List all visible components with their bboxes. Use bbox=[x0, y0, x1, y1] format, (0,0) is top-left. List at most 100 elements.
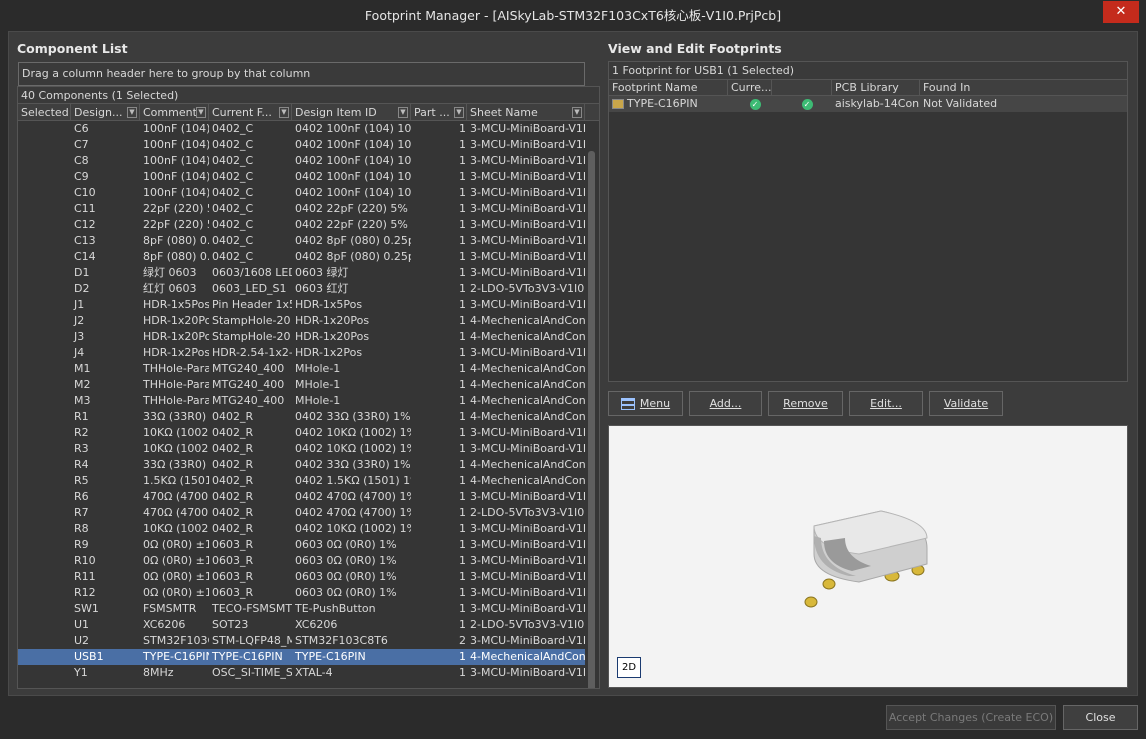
table-cell: StampHole-20 bbox=[212, 314, 291, 327]
table-row[interactable]: R6 470Ω (4700) :0402_R 0402 470Ω (4700) 1%… bbox=[18, 489, 599, 505]
table-row[interactable]: R1 33Ω (33R0) ±0402_R 0402 33Ω (33R0) 1% 14… bbox=[18, 409, 599, 425]
table-row[interactable]: D2 红灯 0603 0603_LED_S1 0603 红灯 1 2-LDO-5VTo3V… bbox=[18, 281, 599, 297]
table-row[interactable]: USB1 TYPE-C16PIN TYPE-C16PIN TYPE-C16PIN 1 4-… bbox=[18, 649, 599, 665]
table-row[interactable]: C13 8pF (080) 0.250402_C 0402 8pF (080) 0.… bbox=[18, 233, 599, 249]
table-cell: 1 bbox=[459, 650, 466, 663]
table-row[interactable]: R7 470Ω (4700) :0402_R 0402 470Ω (4700) 1%… bbox=[18, 505, 599, 521]
table-cell: R3 bbox=[74, 442, 89, 455]
table-row[interactable]: U1 XC6206 SOT23 XC6206 1 2-LDO-5VTo3V3-V1I0.S bbox=[18, 617, 599, 633]
edit-button[interactable]: Edit... bbox=[849, 391, 923, 416]
footprint-preview[interactable]: 2D bbox=[608, 425, 1128, 688]
table-cell: 1 bbox=[459, 330, 466, 343]
filter-icon[interactable]: ▼ bbox=[127, 107, 137, 118]
col-sheet-name[interactable]: Sheet Name ▼ bbox=[467, 104, 585, 121]
col-selected[interactable]: Selected bbox=[18, 104, 71, 121]
close-window-button[interactable]: ✕ bbox=[1103, 1, 1139, 23]
footprint-row[interactable]: TYPE-C16PIN ✓ ✓ aiskylab-14Conn Not Vali… bbox=[609, 96, 1127, 112]
table-cell: HDR-1x5Pos bbox=[295, 298, 363, 311]
vertical-scrollbar[interactable] bbox=[585, 123, 599, 688]
table-cell bbox=[18, 249, 71, 265]
table-row[interactable]: R10 0Ω (0R0) ±1%0603_R 0603 0Ω (0R0) 1% 1 3-… bbox=[18, 553, 599, 569]
col-footprint-name[interactable]: Footprint Name bbox=[609, 80, 728, 96]
table-cell: MHole-1 bbox=[295, 378, 341, 391]
table-cell: THHole-Param bbox=[143, 394, 209, 407]
col-comment[interactable]: Comment ▼ bbox=[140, 104, 209, 121]
filter-icon[interactable]: ▼ bbox=[454, 107, 464, 118]
table-row[interactable]: J3HDR-1x20PosStampHole-20HDR-1x20Pos14-M… bbox=[18, 329, 599, 345]
col-found-in[interactable]: Found In bbox=[920, 80, 1127, 96]
table-cell: 1 bbox=[459, 490, 466, 503]
add-button[interactable]: Add... bbox=[689, 391, 762, 416]
table-row[interactable]: R3 10KΩ (1002) :0402_R 0402 10KΩ (1002) 1%… bbox=[18, 441, 599, 457]
table-cell: Pin Header 1x5 bbox=[212, 298, 292, 311]
table-row[interactable]: C11 22pF (220) 5%0402_C 0402 22pF (220) 5%… bbox=[18, 201, 599, 217]
table-row[interactable]: J2HDR-1x20PosStampHole-20HDR-1x20Pos14-M… bbox=[18, 313, 599, 329]
table-cell: 0Ω (0R0) ±1% bbox=[143, 538, 209, 551]
table-row[interactable]: R9 0Ω (0R0) ±1%0603_R 0603 0Ω (0R0) 1% 1 3-M… bbox=[18, 537, 599, 553]
col-pcb-library[interactable]: PCB Library bbox=[832, 80, 920, 96]
table-cell: C13 bbox=[74, 234, 96, 247]
table-row[interactable]: J1 HDR-1x5Pos Pin Header 1x5 HDR-1x5Pos 1 3-M… bbox=[18, 297, 599, 313]
table-cell: HDR-1x2Pos bbox=[295, 346, 363, 359]
close-button[interactable]: Close bbox=[1063, 705, 1138, 730]
table-cell bbox=[18, 329, 71, 345]
table-cell: XC6206 bbox=[143, 618, 186, 631]
pcb-library: aiskylab-14Conn bbox=[835, 97, 920, 110]
table-cell bbox=[18, 553, 71, 569]
table-cell: 3-MCU-MiniBoard-V1I bbox=[470, 346, 585, 359]
table-row[interactable]: R8 10KΩ (1002) :0402_R 0402 10KΩ (1002) 1%… bbox=[18, 521, 599, 537]
table-row[interactable]: R5 1.5KΩ (1501) 0402_R 0402 1.5KΩ (1501) 1%… bbox=[18, 473, 599, 489]
footprint-header: Footprint Name Curre... PCB Library Foun… bbox=[609, 80, 1127, 96]
table-cell: 0603 0Ω (0R0) 1% bbox=[295, 554, 397, 567]
view-mode-toggle[interactable]: 2D bbox=[617, 657, 641, 678]
table-row[interactable]: C14 8pF (080) 0.250402_C 0402 8pF (080) 0.… bbox=[18, 249, 599, 265]
table-row[interactable]: Y1 8MHz OSC_SI-TIME_SI XTAL-4 1 3-MCU-MiniBoa… bbox=[18, 665, 599, 681]
table-row[interactable]: D1 绿灯 0603 0603/1608 LEDG0603 绿灯 1 3-MCU-Min… bbox=[18, 265, 599, 281]
table-row[interactable]: J4 HDR-1x2Pos HDR-2.54-1x2-V HDR-1x2Pos 1 3-M… bbox=[18, 345, 599, 361]
scrollbar-thumb[interactable] bbox=[588, 151, 595, 688]
table-row[interactable]: R2 10KΩ (1002) :0402_R 0402 10KΩ (1002) 1%… bbox=[18, 425, 599, 441]
table-cell: 0402_C bbox=[212, 122, 254, 135]
validate-button[interactable]: Validate bbox=[929, 391, 1003, 416]
table-cell: HDR-1x20Pos bbox=[143, 314, 209, 327]
table-cell: 1 bbox=[459, 362, 466, 375]
table-cell bbox=[18, 169, 71, 185]
col-current[interactable]: Curre... bbox=[728, 80, 772, 96]
table-cell bbox=[18, 441, 71, 457]
table-row[interactable]: C9 100nF (104) 10402_C 0402 100nF (104) 10… bbox=[18, 169, 599, 185]
table-row[interactable]: R11 0Ω (0R0) ±1%0603_R 0603 0Ω (0R0) 1% 1 3-… bbox=[18, 569, 599, 585]
col-blank[interactable] bbox=[772, 80, 832, 96]
col-designator[interactable]: Design... ▼ bbox=[71, 104, 140, 121]
table-cell: U2 bbox=[74, 634, 90, 647]
table-cell bbox=[18, 585, 71, 601]
table-row[interactable]: R4 33Ω (33R0) ±0402_R 0402 33Ω (33R0) 1% 14… bbox=[18, 457, 599, 473]
menu-icon bbox=[620, 398, 635, 410]
table-row[interactable]: M1 THHole-ParamMTG240_400 MHole-1 1 4-Mechen… bbox=[18, 361, 599, 377]
table-cell: 1 bbox=[459, 298, 466, 311]
table-row[interactable]: U2 STM32F103C STM-LQFP48_M STM32F103C8T6 2 3-… bbox=[18, 633, 599, 649]
table-row[interactable]: C6 100nF (104) 10402_C 0402 100nF (104) 10… bbox=[18, 121, 599, 137]
table-cell: 1 bbox=[459, 234, 466, 247]
group-by-area[interactable]: Drag a column header here to group by th… bbox=[18, 62, 585, 86]
filter-icon[interactable]: ▼ bbox=[279, 107, 289, 118]
table-cell bbox=[18, 569, 71, 585]
filter-icon[interactable]: ▼ bbox=[196, 107, 206, 118]
accept-changes-button[interactable]: Accept Changes (Create ECO) bbox=[886, 705, 1056, 730]
table-row[interactable]: C12 22pF (220) 5%0402_C 0402 22pF (220) 5%… bbox=[18, 217, 599, 233]
col-design-item-id[interactable]: Design Item ID ▼ bbox=[292, 104, 411, 121]
menu-button[interactable]: Menu bbox=[608, 391, 683, 416]
table-row[interactable]: C8 100nF (104) 10402_C 0402 100nF (104) 10… bbox=[18, 153, 599, 169]
table-cell: R10 bbox=[74, 554, 96, 567]
filter-icon[interactable]: ▼ bbox=[398, 107, 408, 118]
table-row[interactable]: SW1 FSMSMTR TECO-FSMSMTR TE-PushButton 1 3-MC… bbox=[18, 601, 599, 617]
col-current-footprint[interactable]: Current F... ▼ bbox=[209, 104, 292, 121]
table-row[interactable]: M3 THHole-ParamMTG240_400 MHole-1 1 4-Mechen… bbox=[18, 393, 599, 409]
col-part[interactable]: Part ... ▼ bbox=[411, 104, 467, 121]
table-row[interactable]: C7 100nF (104) 10402_C 0402 100nF (104) 10… bbox=[18, 137, 599, 153]
table-cell: M1 bbox=[74, 362, 91, 375]
table-row[interactable]: C10 100nF (104) 10402_C 0402 100nF (104) 1… bbox=[18, 185, 599, 201]
remove-button[interactable]: Remove bbox=[768, 391, 843, 416]
table-row[interactable]: M2 THHole-ParamMTG240_400 MHole-1 1 4-Mechen… bbox=[18, 377, 599, 393]
filter-icon[interactable]: ▼ bbox=[572, 107, 582, 118]
table-row[interactable]: R12 0Ω (0R0) ±1%0603_R 0603 0Ω (0R0) 1% 1 3-… bbox=[18, 585, 599, 601]
